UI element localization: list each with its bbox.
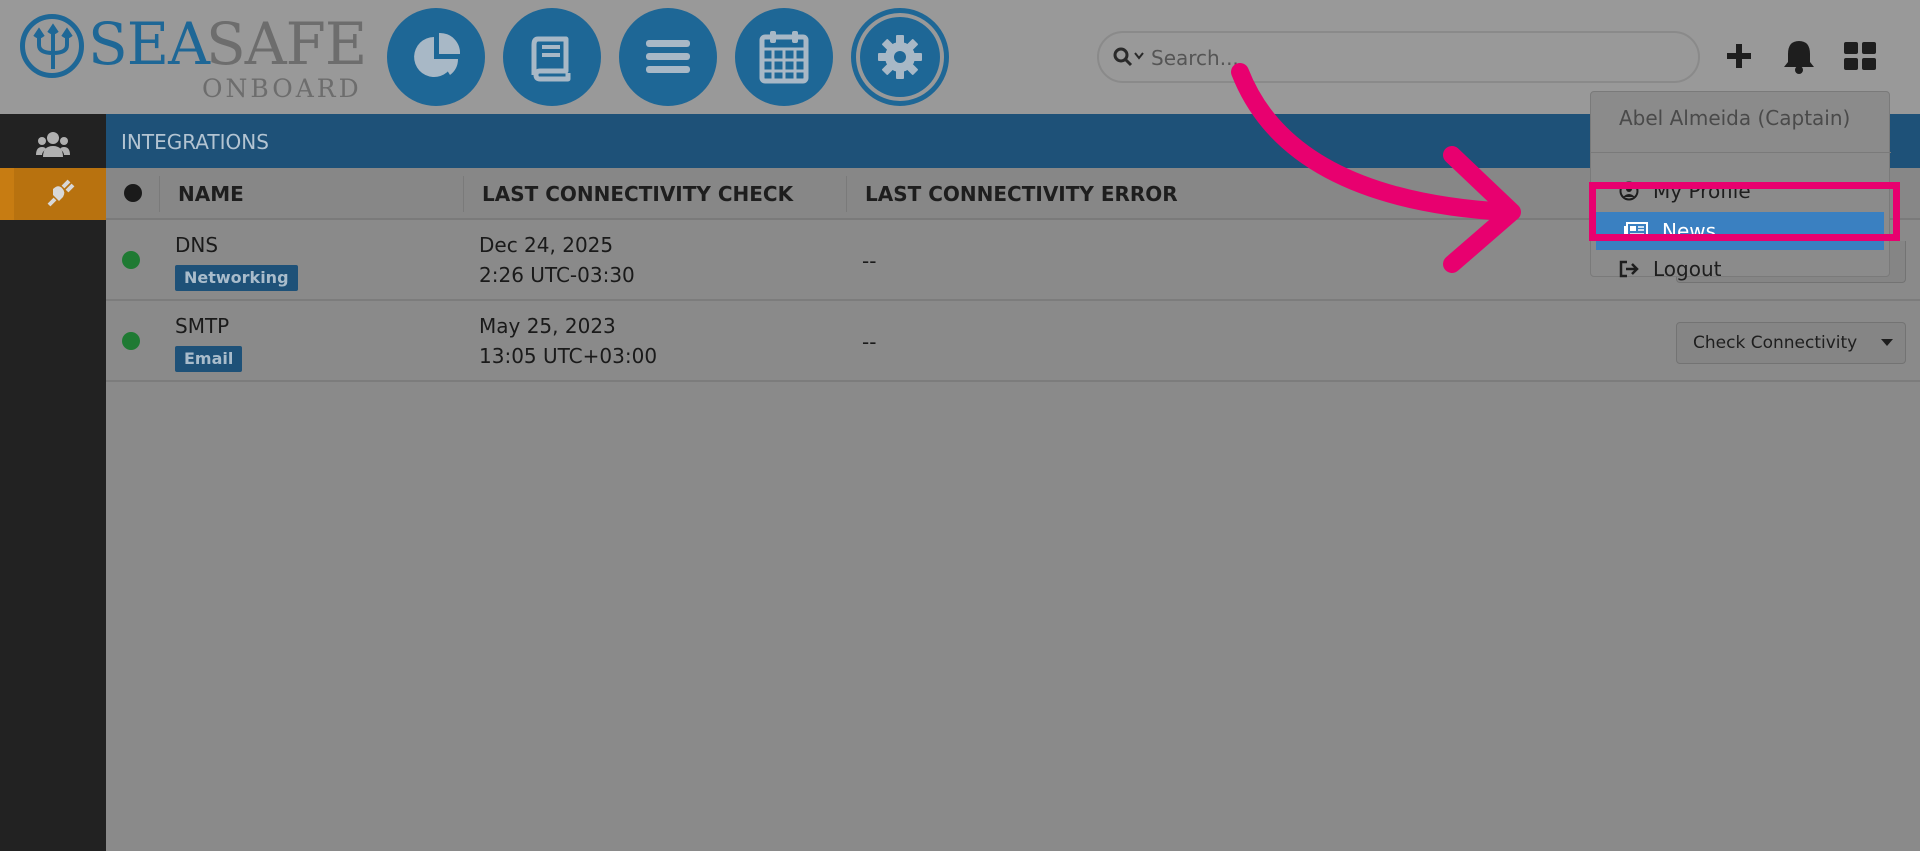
column-divider xyxy=(159,176,160,212)
status-column-icon xyxy=(124,184,142,202)
last-check-date: Dec 24, 2025 xyxy=(479,233,614,257)
apps-grid-icon xyxy=(1844,42,1876,70)
logout-icon xyxy=(1619,260,1639,278)
column-header-last-error[interactable]: LAST CONNECTIVITY ERROR xyxy=(865,182,1178,206)
book-icon xyxy=(531,36,571,82)
category-tag: Networking xyxy=(175,265,298,291)
bell-icon xyxy=(1784,41,1814,74)
nav-list-button[interactable] xyxy=(619,8,717,106)
table-row[interactable]: SMTP Email May 25, 2023 13:05 UTC+03:00 … xyxy=(106,302,1920,382)
column-divider xyxy=(463,176,464,212)
category-tag: Email xyxy=(175,346,243,372)
user-menu-username: Abel Almeida (Captain) xyxy=(1619,106,1851,130)
annotation-highlight-frame xyxy=(1589,182,1900,241)
check-connectivity-button[interactable]: Check Connectivity xyxy=(1676,322,1875,364)
nav-dashboard-button[interactable] xyxy=(387,8,485,106)
nav-settings-inner xyxy=(860,17,940,97)
sidebar-item-integrations[interactable] xyxy=(0,168,106,220)
caret-down-icon xyxy=(1880,339,1893,346)
menu-item-logout[interactable]: Logout xyxy=(1591,250,1891,288)
menu-divider xyxy=(1591,152,1891,153)
last-check-date: May 25, 2023 xyxy=(479,314,616,338)
column-header-last-check[interactable]: LAST CONNECTIVITY CHECK xyxy=(482,182,793,206)
list-icon xyxy=(646,40,690,73)
trident-logo-icon xyxy=(20,14,84,78)
status-ok-icon xyxy=(122,251,140,269)
column-header-name[interactable]: NAME xyxy=(178,182,244,206)
last-error-value: -- xyxy=(862,249,877,273)
notifications-button[interactable] xyxy=(1779,36,1819,76)
sidebar-item-users[interactable] xyxy=(0,118,106,170)
nav-settings-button[interactable] xyxy=(851,8,949,106)
apps-button[interactable] xyxy=(1840,36,1880,76)
sidebar xyxy=(0,114,106,851)
search-input[interactable] xyxy=(1151,43,1671,73)
menu-item-label: Logout xyxy=(1653,257,1722,281)
seasafe-logo[interactable]: SEA SAFE ONBOARD xyxy=(20,10,367,103)
integration-name: DNS xyxy=(175,233,219,257)
nav-logbook-button[interactable] xyxy=(503,8,601,106)
plus-icon xyxy=(1727,44,1751,68)
column-divider xyxy=(846,176,847,212)
users-icon xyxy=(36,132,70,157)
integration-name: SMTP xyxy=(175,314,230,338)
nav-calendar-button[interactable] xyxy=(735,8,833,106)
check-connectivity-dropdown-toggle[interactable] xyxy=(1868,322,1906,364)
search-icon[interactable] xyxy=(1113,47,1147,69)
panel-title: INTEGRATIONS xyxy=(121,130,269,154)
plug-icon xyxy=(47,179,75,207)
last-check-time: 2:26 UTC-03:30 xyxy=(479,263,635,287)
logo-text-safe: SAFE xyxy=(206,10,367,78)
last-error-value: -- xyxy=(862,330,877,354)
logo-text-onboard: ONBOARD xyxy=(202,74,362,103)
add-button[interactable] xyxy=(1719,36,1759,76)
logo-text-sea: SEA xyxy=(88,10,210,78)
search-box[interactable] xyxy=(1097,31,1700,83)
status-ok-icon xyxy=(122,332,140,350)
last-check-time: 13:05 UTC+03:00 xyxy=(479,344,658,368)
gear-icon xyxy=(878,35,922,79)
calendar-icon xyxy=(759,31,809,84)
pie-chart-icon xyxy=(414,32,461,77)
